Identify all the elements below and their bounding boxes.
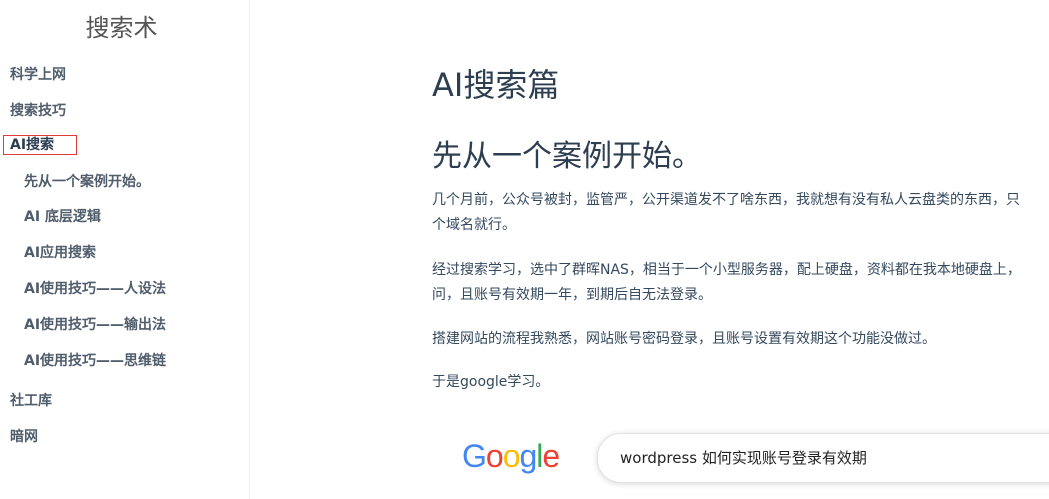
google-logo: Google <box>462 438 560 475</box>
paragraph-2-line-1: 经过搜索学习，选中了群晖NAS，相当于一个小型服务器，配上硬盘，资料都在我本地硬… <box>432 262 1021 278</box>
sidebar-subitem-ai-persona[interactable]: AI使用技巧——人设法 <box>24 278 166 298</box>
sidebar-subitem-ai-chain[interactable]: AI使用技巧——思维链 <box>24 350 166 370</box>
paragraph-3-line-1: 搭建网站的流程我熟悉，网站账号密码登录，且账号设置有效期这个功能没做过。 <box>432 331 936 347</box>
paragraph-1-line-1: 几个月前，公众号被封，监管严，公开渠道发不了啥东西，我就想有没有私人云盘类的东西… <box>432 192 1020 208</box>
section-heading: 先从一个案例开始。 <box>432 139 702 174</box>
google-search-screenshot: Google wordpress 如何实现账号登录有效期 <box>462 433 1049 489</box>
google-logo-letter: G <box>462 438 487 474</box>
sidebar: 搜索术 科学上网 搜索技巧 AI搜索 先从一个案例开始。 AI 底层逻辑 AI应… <box>0 0 250 499</box>
sidebar-item-science-internet[interactable]: 科学上网 <box>10 64 66 84</box>
paragraph-2: 经过搜索学习，选中了群晖NAS，相当于一个小型服务器，配上硬盘，资料都在我本地硬… <box>432 258 1021 308</box>
sidebar-subitem-case-start[interactable]: 先从一个案例开始。 <box>24 171 150 191</box>
google-logo-letter: o <box>485 438 504 474</box>
google-search-box[interactable]: wordpress 如何实现账号登录有效期 <box>597 433 1049 483</box>
sidebar-item-dark-web[interactable]: 暗网 <box>10 426 38 446</box>
paragraph-2-line-2: 问，且账号有效期一年，到期后自无法登录。 <box>432 287 712 303</box>
google-logo-letter: g <box>519 438 537 474</box>
google-logo-letter: o <box>502 438 521 474</box>
sidebar-item-ai-search[interactable]: AI搜索 <box>3 135 78 155</box>
sidebar-item-search-tips[interactable]: 搜索技巧 <box>10 100 66 120</box>
sidebar-subitem-ai-logic[interactable]: AI 底层逻辑 <box>24 206 101 226</box>
paragraph-1-line-2: 个域名就行。 <box>432 217 516 233</box>
site-title[interactable]: 搜索术 <box>0 8 243 43</box>
paragraph-1: 几个月前，公众号被封，监管严，公开渠道发不了啥东西，我就想有没有私人云盘类的东西… <box>432 188 1020 238</box>
sidebar-item-social-db[interactable]: 社工库 <box>10 390 52 410</box>
paragraph-3: 搭建网站的流程我熟悉，网站账号密码登录，且账号设置有效期这个功能没做过。 <box>432 327 936 352</box>
sidebar-subitem-ai-app-search[interactable]: AI应用搜索 <box>24 242 96 262</box>
sidebar-subitem-ai-output[interactable]: AI使用技巧——输出法 <box>24 314 166 334</box>
paragraph-4-line-1: 于是google学习。 <box>432 374 550 390</box>
main-content: AI搜索篇 先从一个案例开始。 几个月前，公众号被封，监管严，公开渠道发不了啥东… <box>250 0 1049 499</box>
paragraph-4: 于是google学习。 <box>432 370 549 395</box>
search-query: wordpress 如何实现账号登录有效期 <box>620 449 867 467</box>
google-logo-letter: e <box>542 438 560 474</box>
page-title: AI搜索篇 <box>432 66 560 104</box>
